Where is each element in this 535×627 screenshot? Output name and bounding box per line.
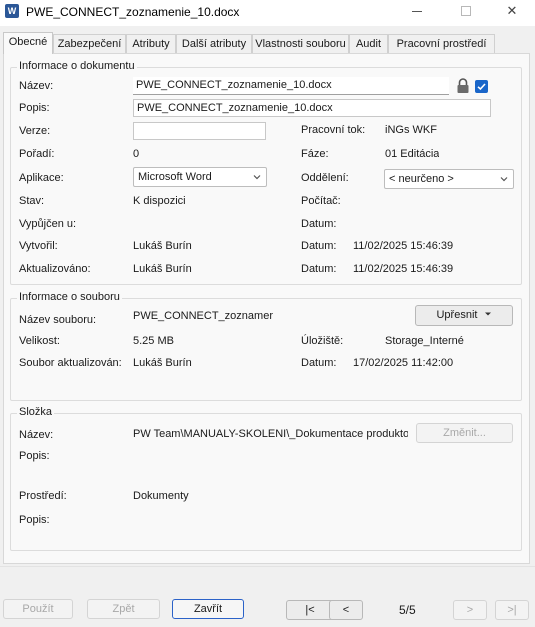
- checked-out-date-label: Datum:: [301, 218, 337, 230]
- storage-label: Úložiště:: [301, 335, 344, 347]
- environment-value: Dokumenty: [133, 490, 189, 502]
- minimize-icon: [412, 11, 422, 12]
- size-value: 5.25 MB: [133, 335, 174, 347]
- version-label: Verze:: [19, 125, 51, 137]
- maximize-button[interactable]: [445, 0, 487, 24]
- workflow-label: Pracovní tok:: [301, 124, 366, 136]
- chevron-down-icon: [253, 175, 261, 180]
- refine-button[interactable]: Upřesnit: [415, 305, 513, 326]
- file-date-value: 17/02/2025 11:42:00: [353, 357, 454, 369]
- first-page-button[interactable]: |<: [286, 600, 334, 620]
- tab-security[interactable]: Zabezpečení: [53, 34, 126, 54]
- application-label: Aplikace:: [19, 172, 64, 184]
- application-select[interactable]: Microsoft Word: [133, 167, 267, 187]
- folder-title: Složka: [17, 406, 55, 418]
- folder-path-value: PW Team\MANUALY-SKOLENI\_Dokumentace pro…: [133, 428, 408, 440]
- updated-date-label: Datum:: [301, 263, 337, 275]
- minimize-button[interactable]: [396, 0, 438, 24]
- department-label: Oddělení:: [301, 172, 349, 184]
- checked-out-label: Vypůjčen u:: [19, 218, 77, 230]
- phase-value: 01 Editácia: [385, 148, 440, 160]
- change-folder-button[interactable]: Změnit...: [416, 423, 513, 443]
- file-date-label: Datum:: [301, 357, 337, 369]
- file-info-title: Informace o souboru: [17, 291, 122, 303]
- window-title: PWE_CONNECT_zoznamenie_10.docx: [26, 5, 240, 19]
- lock-icon[interactable]: [456, 78, 470, 94]
- department-select[interactable]: < neurčeno >: [384, 169, 514, 189]
- updated-date-value: 11/02/2025 15:46:39: [353, 263, 454, 275]
- apply-button[interactable]: Použít: [3, 599, 73, 619]
- phase-label: Fáze:: [301, 148, 329, 160]
- folder-description-label: Popis:: [19, 450, 50, 462]
- tab-audit[interactable]: Audit: [349, 34, 388, 54]
- page-indicator: 5/5: [399, 603, 416, 617]
- filename-label: Název souboru:: [19, 314, 97, 326]
- filename-value: PWE_CONNECT_zoznamer: [133, 310, 273, 322]
- undo-button[interactable]: Zpět: [87, 599, 160, 619]
- description-label: Popis:: [19, 102, 50, 114]
- name-field[interactable]: PWE_CONNECT_zoznamenie_10.docx: [133, 77, 449, 95]
- tab-file-properties[interactable]: Vlastnosti souboru: [252, 34, 349, 54]
- checkmark-icon: [477, 83, 486, 91]
- department-select-value: < neurčeno >: [389, 173, 454, 185]
- close-window-button[interactable]: ✕: [491, 0, 533, 24]
- previous-page-button[interactable]: <: [329, 600, 363, 620]
- tab-more-attributes[interactable]: Další atributy: [176, 34, 252, 54]
- version-field[interactable]: [133, 122, 266, 140]
- order-value: 0: [133, 148, 140, 160]
- document-info-title: Informace o dokumentu: [17, 60, 137, 72]
- description-field[interactable]: PWE_CONNECT_zoznamenie_10.docx: [133, 99, 491, 117]
- tab-work-environment[interactable]: Pracovní prostředí: [388, 34, 495, 54]
- updated-by-label: Aktualizováno:: [19, 263, 91, 275]
- size-label: Velikost:: [19, 335, 60, 347]
- environment-label: Prostředí:: [19, 490, 67, 502]
- maximize-icon: [461, 6, 471, 16]
- next-page-button[interactable]: >: [453, 600, 487, 620]
- title-bar: W PWE_CONNECT_zoznamenie_10.docx ✕: [0, 0, 535, 26]
- tab-general[interactable]: Obecné: [3, 32, 53, 54]
- folder-name-label: Název:: [19, 429, 54, 441]
- computer-label: Počítač:: [301, 195, 341, 207]
- footer-divider: [0, 566, 535, 567]
- created-by-value: Lukáš Burín: [133, 240, 192, 252]
- file-updated-value: Lukáš Burín: [133, 357, 192, 369]
- storage-value: Storage_Interné: [385, 335, 464, 347]
- name-label: Název:: [19, 80, 54, 92]
- tab-attributes[interactable]: Atributy: [126, 34, 176, 54]
- close-button[interactable]: Zavřít: [172, 599, 244, 619]
- workflow-value: iNGs WKF: [385, 124, 437, 136]
- file-updated-label: Soubor aktualizován:: [19, 357, 122, 369]
- created-date-value: 11/02/2025 15:46:39: [353, 240, 454, 252]
- environment-description-label: Popis:: [19, 514, 50, 526]
- application-select-value: Microsoft Word: [138, 171, 212, 183]
- created-by-label: Vytvořil:: [19, 240, 58, 252]
- refine-button-label: Upřesnit: [436, 309, 478, 321]
- dropdown-arrow-icon: [484, 312, 491, 316]
- state-label: Stav:: [19, 195, 45, 207]
- close-icon: ✕: [506, 3, 518, 18]
- word-app-icon: W: [5, 4, 19, 18]
- state-value: K dispozici: [133, 195, 186, 207]
- updated-by-value: Lukáš Burín: [133, 263, 192, 275]
- last-page-button[interactable]: >|: [495, 600, 529, 620]
- order-label: Pořadí:: [19, 148, 55, 160]
- chevron-down-icon: [500, 177, 508, 182]
- created-date-label: Datum:: [301, 240, 337, 252]
- name-checkbox[interactable]: [475, 80, 488, 93]
